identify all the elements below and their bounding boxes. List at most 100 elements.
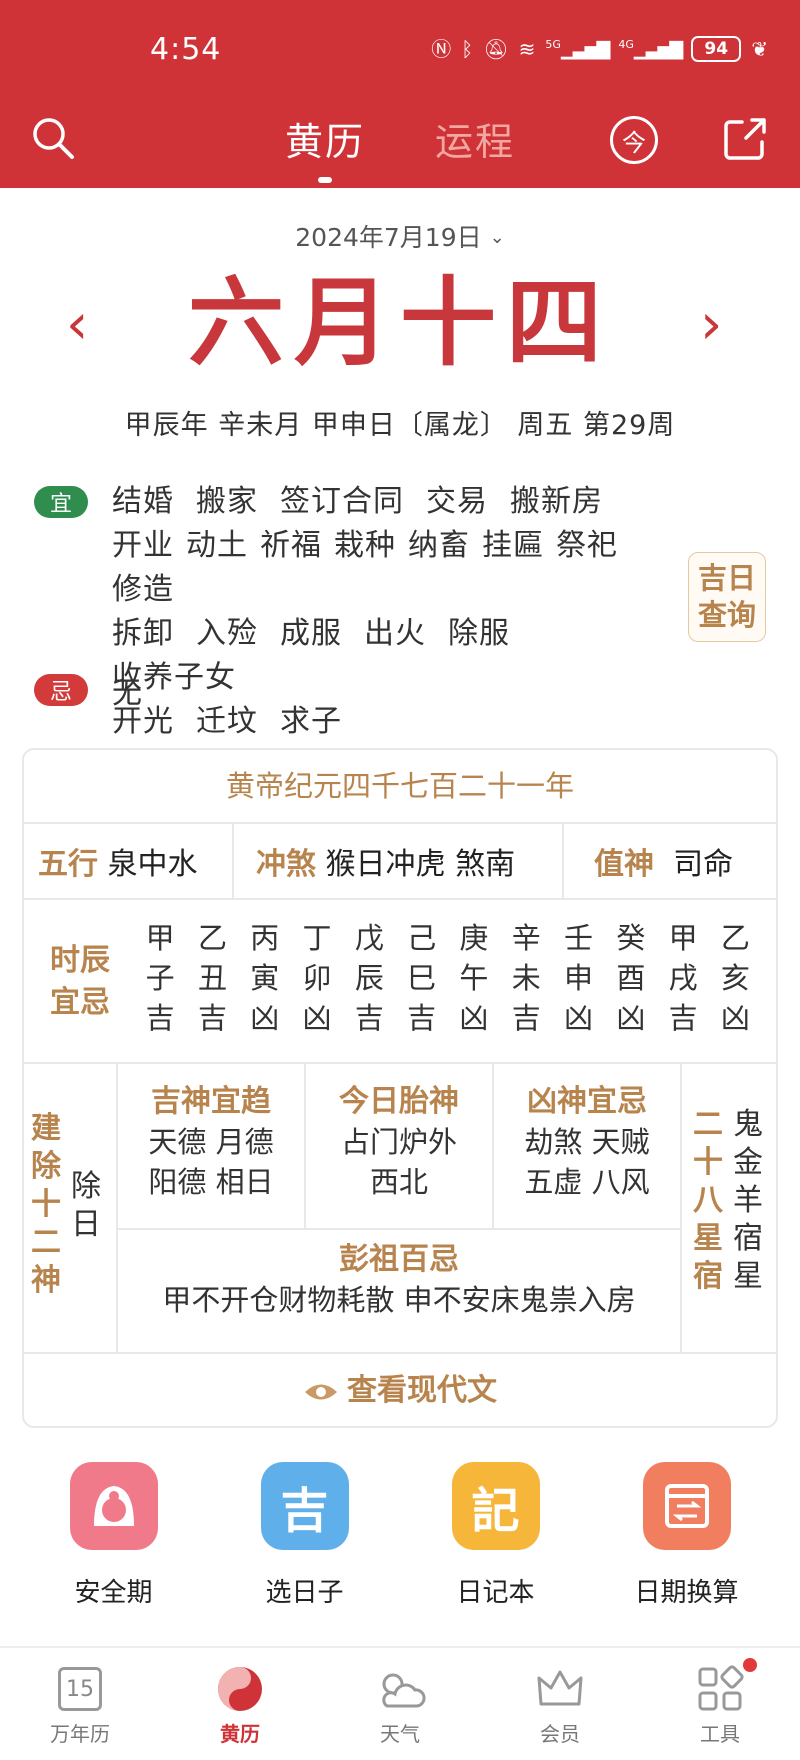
shichen-luck: 吉 bbox=[197, 1001, 227, 1035]
tab-huangli[interactable]: 黄历 bbox=[285, 115, 365, 183]
wifi-icon: ≋ bbox=[518, 37, 536, 61]
nav-huangli[interactable]: 黄历 bbox=[185, 1648, 295, 1760]
era-row: 黄帝纪元四千七百二十一年 bbox=[24, 750, 776, 824]
calendar-convert-icon bbox=[642, 1462, 731, 1550]
date-selector-label: 2024年7月19日 bbox=[295, 223, 482, 252]
vertical-char: 二 bbox=[693, 1107, 723, 1142]
taishen-line2: 西北 bbox=[369, 1165, 428, 1199]
zhishen-label: 值神 bbox=[594, 847, 654, 882]
tool-label: 安全期 bbox=[74, 1578, 153, 1608]
tool-diary[interactable]: 記 日记本 bbox=[416, 1462, 576, 1609]
jishen-line2: 阳德 相日 bbox=[148, 1165, 274, 1199]
diary-icon: 記 bbox=[451, 1462, 540, 1550]
bluetooth-icon: ᛒ bbox=[461, 37, 474, 61]
active-tab-indicator bbox=[317, 177, 332, 183]
almanac-card: 黄帝纪元四千七百二十一年 五行 泉中水 冲煞 猴日冲虎 煞南 值神 司命 时辰宜… bbox=[22, 748, 778, 1428]
pengzu-text: 甲不开仓财物耗散 申不安床鬼祟入房 bbox=[162, 1283, 636, 1317]
tool-date-convert[interactable]: 日期换算 bbox=[607, 1462, 767, 1609]
shichen-luck: 吉 bbox=[668, 1001, 698, 1035]
ji-badge: 忌 bbox=[34, 674, 88, 706]
taishen-line1: 占门炉外 bbox=[340, 1125, 457, 1159]
yi-list: 结婚 搬家 签订合同 交易 搬新房 开业 动土 祈福 栽种 纳畜 挂匾 祭祀修造 拆卸 入殓 成服 出火 除服收… bbox=[112, 480, 672, 744]
shichen-zhi: 丑 bbox=[197, 961, 227, 995]
jianchu-label: 建除十二神 bbox=[28, 1110, 64, 1300]
ji-text: 无 bbox=[112, 676, 142, 711]
yi-item: 开业 bbox=[112, 528, 174, 563]
shichen-zhi: 辰 bbox=[354, 961, 384, 995]
eye-icon bbox=[305, 1384, 337, 1399]
yi-item: 纳畜 bbox=[408, 528, 470, 563]
shichen-luck: 吉 bbox=[511, 1001, 541, 1035]
pengzu-title: 彭祖百忌 bbox=[339, 1242, 459, 1277]
yi-item: 搬新房 bbox=[510, 484, 603, 519]
shichen-luck: 凶 bbox=[459, 1001, 489, 1035]
yi-line: 结婚 搬家 签订合同 交易 搬新房 bbox=[112, 480, 672, 524]
vertical-char: 八 bbox=[693, 1183, 723, 1218]
modern-text-label: 查看现代文 bbox=[347, 1373, 497, 1408]
vertical-char: 除 bbox=[71, 1169, 101, 1204]
xiongshen-title: 凶神宜忌 bbox=[527, 1084, 647, 1119]
yi-line: 开光 迁坟 求子 bbox=[112, 700, 672, 744]
jishen-title: 吉神宜趋 bbox=[151, 1084, 271, 1119]
shichen-gan: 甲 bbox=[145, 921, 175, 955]
tools-row: 安全期 吉 选日子 記 日记本 日期换算 bbox=[0, 1462, 800, 1609]
signal-5g: 5G▁▃▅▇ bbox=[545, 38, 610, 60]
shichen-zhi: 子 bbox=[145, 961, 175, 995]
nav-weather[interactable]: 天气 bbox=[345, 1648, 455, 1760]
tool-label: 日记本 bbox=[456, 1578, 535, 1608]
today-button[interactable]: 今 bbox=[610, 116, 658, 164]
yi-item: 结婚 bbox=[112, 484, 174, 519]
xiu-label: 二十八星宿 bbox=[690, 1106, 726, 1296]
nav-label: 天气 bbox=[380, 1722, 420, 1746]
shichen-row: 时辰宜忌 甲乙丙丁戊己庚辛壬癸甲乙子丑寅卯辰巳午未申酉戌亥吉吉凶凶吉吉凶吉凶凶吉… bbox=[24, 900, 776, 1064]
shichen-gan: 庚 bbox=[459, 921, 489, 955]
modern-text-button[interactable]: 查看现代文 bbox=[24, 1354, 776, 1426]
yi-item: 修造 bbox=[112, 572, 174, 607]
yinyang-icon bbox=[213, 1664, 267, 1714]
next-day-arrow-icon[interactable]: › bbox=[700, 295, 722, 355]
weather-icon bbox=[373, 1664, 427, 1714]
yi-badge: 宜 bbox=[34, 486, 88, 518]
zhishen-cell: 值神 司命 bbox=[564, 824, 776, 898]
chevron-down-icon: ⌄ bbox=[489, 227, 505, 248]
chongsha-label: 冲煞 bbox=[256, 847, 316, 882]
app-header: 4:54 Ⓝ ᛒ 🔕︎ ≋ 5G▁▃▅▇ 4G▁▃▅▇ 94 ❦ 黄历 运程 今 bbox=[0, 0, 800, 188]
shichen-gan: 戊 bbox=[354, 921, 384, 955]
shichen-luck: 凶 bbox=[720, 1001, 750, 1035]
shichen-grid: 甲乙丙丁戊己庚辛壬癸甲乙子丑寅卯辰巳午未申酉戌亥吉吉凶凶吉吉凶吉凶凶吉凶 bbox=[134, 918, 762, 1038]
nav-tools[interactable]: 工具 bbox=[665, 1648, 775, 1760]
status-icons: Ⓝ ᛒ 🔕︎ ≋ 5G▁▃▅▇ 4G▁▃▅▇ 94 ❦ bbox=[431, 36, 768, 62]
pengzu-box: 彭祖百忌 甲不开仓财物耗散 申不安床鬼祟入房 bbox=[118, 1230, 682, 1352]
yi-item: 出火 bbox=[364, 616, 426, 651]
tool-pick-day[interactable]: 吉 选日子 bbox=[225, 1462, 385, 1609]
yi-item: 挂匾 bbox=[482, 528, 544, 563]
xiongshen-line2: 五虚 八风 bbox=[524, 1165, 650, 1199]
yi-item: 动土 bbox=[186, 528, 248, 563]
xiongshen-box: 凶神宜忌 劫煞 天贼 五虚 八风 bbox=[494, 1064, 682, 1230]
vertical-char: 宿 bbox=[693, 1259, 723, 1294]
shichen-zhi: 卯 bbox=[302, 961, 332, 995]
status-time: 4:54 bbox=[150, 32, 222, 67]
taishen-box: 今日胎神 占门炉外 西北 bbox=[306, 1064, 494, 1230]
shichen-gan: 丁 bbox=[302, 921, 332, 955]
nav-label: 黄历 bbox=[220, 1722, 260, 1746]
shichen-luck: 凶 bbox=[564, 1001, 594, 1035]
share-icon[interactable] bbox=[722, 116, 768, 162]
tool-safe-period[interactable]: 安全期 bbox=[34, 1462, 194, 1609]
shichen-luck: 吉 bbox=[354, 1001, 384, 1035]
jiri-query-button[interactable]: 吉日 查询 bbox=[688, 552, 766, 642]
shichen-label: 时辰宜忌 bbox=[50, 943, 110, 1020]
nav-member[interactable]: 会员 bbox=[505, 1648, 615, 1760]
date-selector[interactable]: 2024年7月19日 ⌄ bbox=[0, 218, 800, 254]
shichen-zhi: 申 bbox=[564, 961, 594, 995]
header-tabs: 黄历 运程 bbox=[0, 115, 800, 183]
shichen-gan: 乙 bbox=[720, 921, 750, 955]
tab-yuncheng[interactable]: 运程 bbox=[435, 115, 515, 169]
vertical-char: 神 bbox=[31, 1263, 61, 1298]
grid-icon bbox=[693, 1664, 747, 1714]
nav-label: 会员 bbox=[540, 1722, 580, 1746]
wuxing-value: 泉中水 bbox=[107, 847, 198, 882]
shichen-luck: 凶 bbox=[250, 1001, 280, 1035]
jishen-box: 吉神宜趋 天德 月德 阳德 相日 bbox=[118, 1064, 306, 1230]
nav-wannianli[interactable]: 15 万年历 bbox=[25, 1648, 135, 1760]
